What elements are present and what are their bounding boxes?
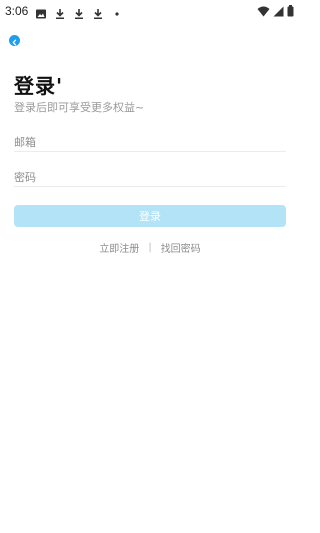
signal-icon [273,2,284,21]
email-field[interactable] [14,131,286,152]
email-input[interactable] [14,133,286,152]
forgot-password-link[interactable]: 找回密码 [161,240,201,255]
download-icon [92,5,104,19]
image-icon [35,5,47,19]
download-icon [54,5,66,19]
wifi-icon [257,2,270,21]
page-title: 登录' [14,74,64,98]
battery-icon [287,2,294,21]
password-input[interactable] [14,168,286,187]
status-time: 3:06 [5,4,29,18]
page-subtitle: 登录后即可享受更多权益~ [14,101,145,114]
link-separator: | [148,242,152,253]
download-icon [73,5,85,19]
chevron-left-icon [11,31,18,50]
status-bar-left: 3:06 [5,4,123,19]
status-bar-right [257,2,294,21]
dot-icon [111,5,123,17]
password-field[interactable] [14,166,286,187]
register-link[interactable]: 立即注册 [99,240,139,255]
status-bar: 3:06 [0,0,300,22]
back-button[interactable] [9,35,20,46]
auth-links: 立即注册 | 找回密码 [0,240,300,255]
login-button[interactable]: 登录 [14,205,286,227]
